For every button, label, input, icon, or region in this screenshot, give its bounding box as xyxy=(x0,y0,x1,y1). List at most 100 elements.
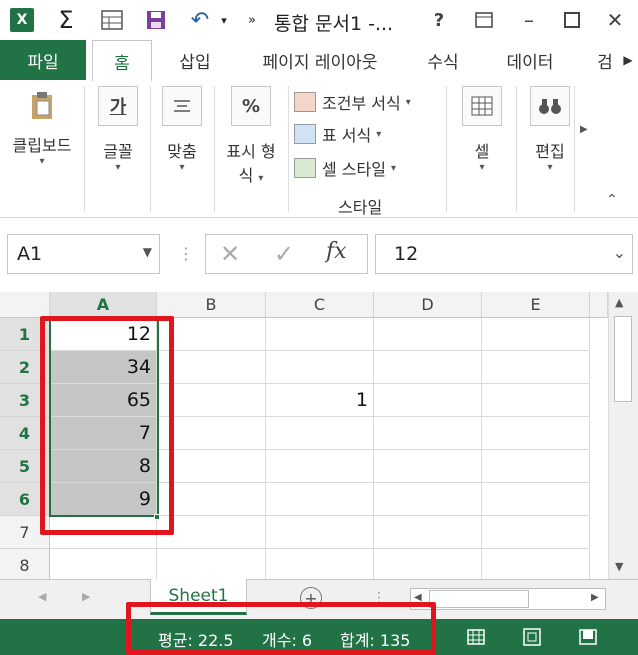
row-header-8[interactable]: 8 xyxy=(0,549,50,579)
cells-icon xyxy=(462,86,502,126)
vertical-scroll-thumb[interactable] xyxy=(614,316,632,402)
cell-c6[interactable] xyxy=(266,483,374,516)
formula-value: 12 xyxy=(394,243,419,265)
excel-window: X Σ ↶ ▾ » 통합 문서1 -... ? – ✕ 파일 홈 삽입 페이지 … xyxy=(0,0,638,655)
horizontal-scroll-thumb[interactable] xyxy=(429,590,529,608)
column-header-e[interactable]: E xyxy=(482,292,590,318)
column-header-f[interactable] xyxy=(590,292,608,318)
cell-d4[interactable] xyxy=(374,417,482,450)
cell-e8[interactable] xyxy=(482,549,590,579)
cell-c1[interactable] xyxy=(266,318,374,351)
autosum-icon[interactable]: Σ xyxy=(52,6,80,34)
cell-d5[interactable] xyxy=(374,450,482,483)
name-box[interactable]: A1 ▼ xyxy=(7,234,160,274)
cell-d6[interactable] xyxy=(374,483,482,516)
column-header-b[interactable]: B xyxy=(157,292,266,318)
close-icon[interactable]: ✕ xyxy=(600,6,630,34)
cell-c2[interactable] xyxy=(266,351,374,384)
cell-d3[interactable] xyxy=(374,384,482,417)
ribbon-separator xyxy=(84,86,85,212)
format-table-label: 표 서식 xyxy=(322,126,372,145)
undo-dropdown-icon[interactable]: ▾ xyxy=(210,6,238,34)
vertical-scrollbar[interactable]: ▲ ▼ xyxy=(608,292,638,579)
cell-c4[interactable] xyxy=(266,417,374,450)
excel-logo-icon[interactable]: X xyxy=(10,8,34,32)
cell-a8[interactable] xyxy=(50,549,157,579)
tab-review[interactable]: 검 xyxy=(590,40,620,80)
clipboard-button[interactable]: 클립보드 ▾ xyxy=(4,86,80,167)
scroll-down-icon[interactable]: ▼ xyxy=(615,560,623,573)
cell-d7[interactable] xyxy=(374,516,482,549)
ribbon-scroll-right-icon[interactable]: ▶ xyxy=(580,124,588,135)
tab-file[interactable]: 파일 xyxy=(0,40,86,80)
formula-input[interactable]: 12 ⌄ xyxy=(375,234,633,274)
cell-d1[interactable] xyxy=(374,318,482,351)
formula-buttons: ✕ ✓ fx xyxy=(205,234,368,274)
tab-page-layout[interactable]: 페이지 레이아웃 xyxy=(240,40,400,80)
name-box-dropdown-icon[interactable]: ▼ xyxy=(143,245,152,259)
cell-c8[interactable] xyxy=(266,549,374,579)
page-layout-view-icon[interactable] xyxy=(517,623,547,651)
normal-view-icon[interactable] xyxy=(461,623,491,651)
cells-button[interactable]: 셀 ▾ xyxy=(452,86,512,173)
font-label: 글꼴 xyxy=(103,142,133,161)
font-button[interactable]: 가 글꼴 ▾ xyxy=(90,86,146,173)
cell-d2[interactable] xyxy=(374,351,482,384)
styles-group-label: 스타일 xyxy=(338,198,383,217)
cell-styles-button[interactable]: 셀 스타일 ▾ xyxy=(294,156,396,180)
save-icon[interactable] xyxy=(142,6,170,34)
cell-styles-icon xyxy=(294,158,316,178)
number-format-button[interactable]: % 표시 형 식 ▾ xyxy=(218,86,284,186)
editing-button[interactable]: 편집 ▾ xyxy=(520,86,580,173)
collapse-ribbon-icon[interactable]: ⌃ xyxy=(606,192,618,208)
ribbon-tabs: 파일 홈 삽입 페이지 레이아웃 수식 데이터 검 ▶ xyxy=(0,40,638,120)
enter-icon[interactable]: ✓ xyxy=(274,240,294,268)
tab-home[interactable]: 홈 xyxy=(92,40,152,81)
format-as-table-button[interactable]: 표 서식 ▾ xyxy=(294,122,381,146)
cell-d8[interactable] xyxy=(374,549,482,579)
more-commands-icon[interactable]: » xyxy=(238,6,266,34)
maximize-icon[interactable] xyxy=(557,6,587,34)
table-icon[interactable] xyxy=(98,6,126,34)
font-icon: 가 xyxy=(98,86,138,126)
scroll-right-icon[interactable]: ▶ xyxy=(591,592,599,603)
cell-e1[interactable] xyxy=(482,318,590,351)
cell-c7[interactable] xyxy=(266,516,374,549)
cell-e2[interactable] xyxy=(482,351,590,384)
column-header-c[interactable]: C xyxy=(266,292,374,318)
cell-c3[interactable]: 1 xyxy=(266,384,374,417)
cell-e6[interactable] xyxy=(482,483,590,516)
minimize-icon[interactable]: – xyxy=(514,6,544,34)
conditional-formatting-button[interactable]: 조건부 서식 ▾ xyxy=(294,90,411,114)
prev-sheet-icon[interactable]: ◀ xyxy=(38,590,46,603)
help-icon[interactable]: ? xyxy=(424,6,454,34)
tab-insert[interactable]: 삽입 xyxy=(160,40,230,80)
cell-e4[interactable] xyxy=(482,417,590,450)
ribbon-separator xyxy=(150,86,151,212)
tab-data[interactable]: 데이터 xyxy=(490,40,570,80)
scroll-up-icon[interactable]: ▲ xyxy=(615,296,623,309)
ribbon-separator xyxy=(574,86,575,212)
column-header-a[interactable]: A xyxy=(50,292,157,318)
select-all-corner[interactable] xyxy=(0,292,50,318)
page-break-view-icon[interactable] xyxy=(573,623,603,651)
cell-b8[interactable] xyxy=(157,549,266,579)
insert-function-icon[interactable]: fx xyxy=(326,239,347,264)
tab-scroll-right-icon[interactable]: ▶ xyxy=(618,40,638,80)
column-header-d[interactable]: D xyxy=(374,292,482,318)
cell-e7[interactable] xyxy=(482,516,590,549)
expand-formula-icon[interactable]: ⌄ xyxy=(613,243,626,262)
tab-formulas[interactable]: 수식 xyxy=(408,40,478,80)
cell-e3[interactable] xyxy=(482,384,590,417)
cell-e5[interactable] xyxy=(482,450,590,483)
alignment-button[interactable]: 맞춤 ▾ xyxy=(154,86,210,173)
align-label: 맞춤 xyxy=(167,142,197,161)
formula-bar-splitter-icon[interactable]: ⋮ xyxy=(178,244,194,263)
window-title: 통합 문서1 -... xyxy=(274,13,394,35)
cell-c5[interactable] xyxy=(266,450,374,483)
next-sheet-icon[interactable]: ▶ xyxy=(82,590,90,603)
ribbon-display-icon[interactable] xyxy=(469,6,499,34)
horizontal-scrollbar[interactable]: ◀ ▶ xyxy=(410,588,606,610)
clipboard-label: 클립보드 xyxy=(12,136,72,155)
cancel-icon[interactable]: ✕ xyxy=(220,240,240,268)
